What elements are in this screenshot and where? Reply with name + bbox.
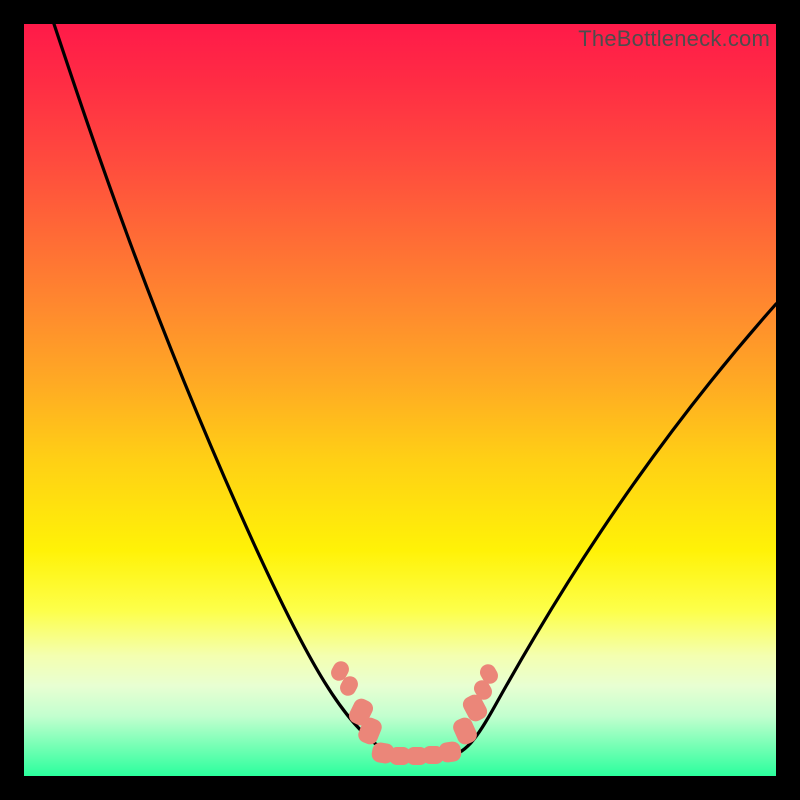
bead-right-2 xyxy=(460,692,490,724)
marker-beads xyxy=(24,24,776,776)
bead-right-4 xyxy=(477,662,501,687)
watermark-text: TheBottleneck.com xyxy=(578,26,770,52)
bead-right-3 xyxy=(471,677,495,702)
chart-plot-area: TheBottleneck.com xyxy=(24,24,776,776)
curve-right-arm xyxy=(444,304,776,758)
bead-left-2 xyxy=(337,673,361,698)
bead-left-3 xyxy=(346,696,375,728)
curve-left-arm xyxy=(54,24,444,760)
bead-left-1 xyxy=(328,658,352,683)
bead-left-4 xyxy=(356,715,384,747)
bead-valley-5 xyxy=(437,740,462,763)
bead-valley-4 xyxy=(422,746,444,764)
bead-valley-1 xyxy=(371,742,396,766)
bottleneck-curve xyxy=(24,24,776,776)
bead-valley-3 xyxy=(406,747,428,765)
bead-right-1 xyxy=(450,715,479,747)
bead-valley-2 xyxy=(389,747,411,765)
